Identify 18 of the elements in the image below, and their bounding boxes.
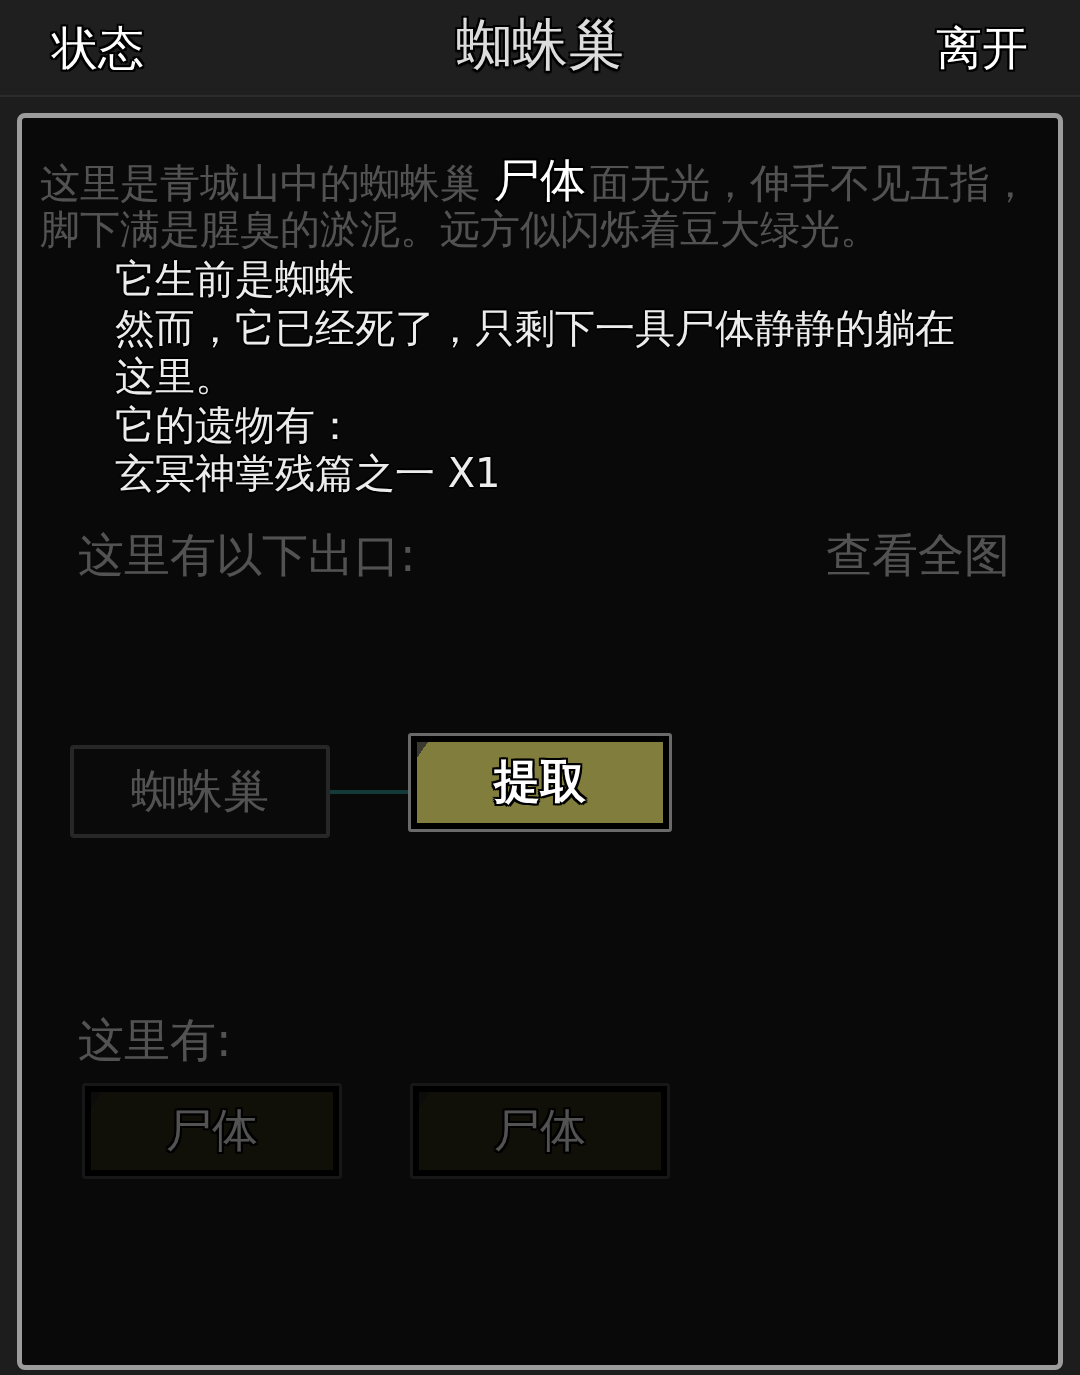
description-text: 面无光，伸手不见五指， (590, 160, 1030, 206)
object-button[interactable]: 尸体 (410, 1083, 670, 1179)
leave-button[interactable]: 离开 (934, 19, 1030, 76)
dialog-text: 它的遗物有： (115, 400, 355, 449)
dialog-text: 玄冥神掌残篇之一 X1 (115, 449, 501, 498)
status-button[interactable]: 状态 (50, 19, 146, 76)
dialog-text: 它生前是蜘蛛 (115, 255, 355, 304)
exits-label: 这里有以下出口: (78, 527, 416, 584)
extract-button[interactable]: 提取 (408, 732, 672, 832)
view-map-link[interactable]: 查看全图 (826, 525, 1010, 585)
object-button[interactable]: 尸体 (82, 1083, 342, 1179)
dialog-text: 然而，它已经死了，只剩下一具尸体静静的躺在这里。 (115, 303, 956, 401)
description-text: 脚下满是腥臭的淤泥。远方似闪烁着豆大绿光。 (40, 206, 880, 252)
dialog-title: 尸体 (494, 155, 586, 205)
here-label: 这里有: (78, 1012, 232, 1069)
description-text: 这里是青城山中的蜘蛛巢 (40, 160, 480, 206)
map-node[interactable]: 蜘蛛巢 (70, 745, 330, 838)
location-title: 蜘蛛巢 (456, 11, 624, 78)
